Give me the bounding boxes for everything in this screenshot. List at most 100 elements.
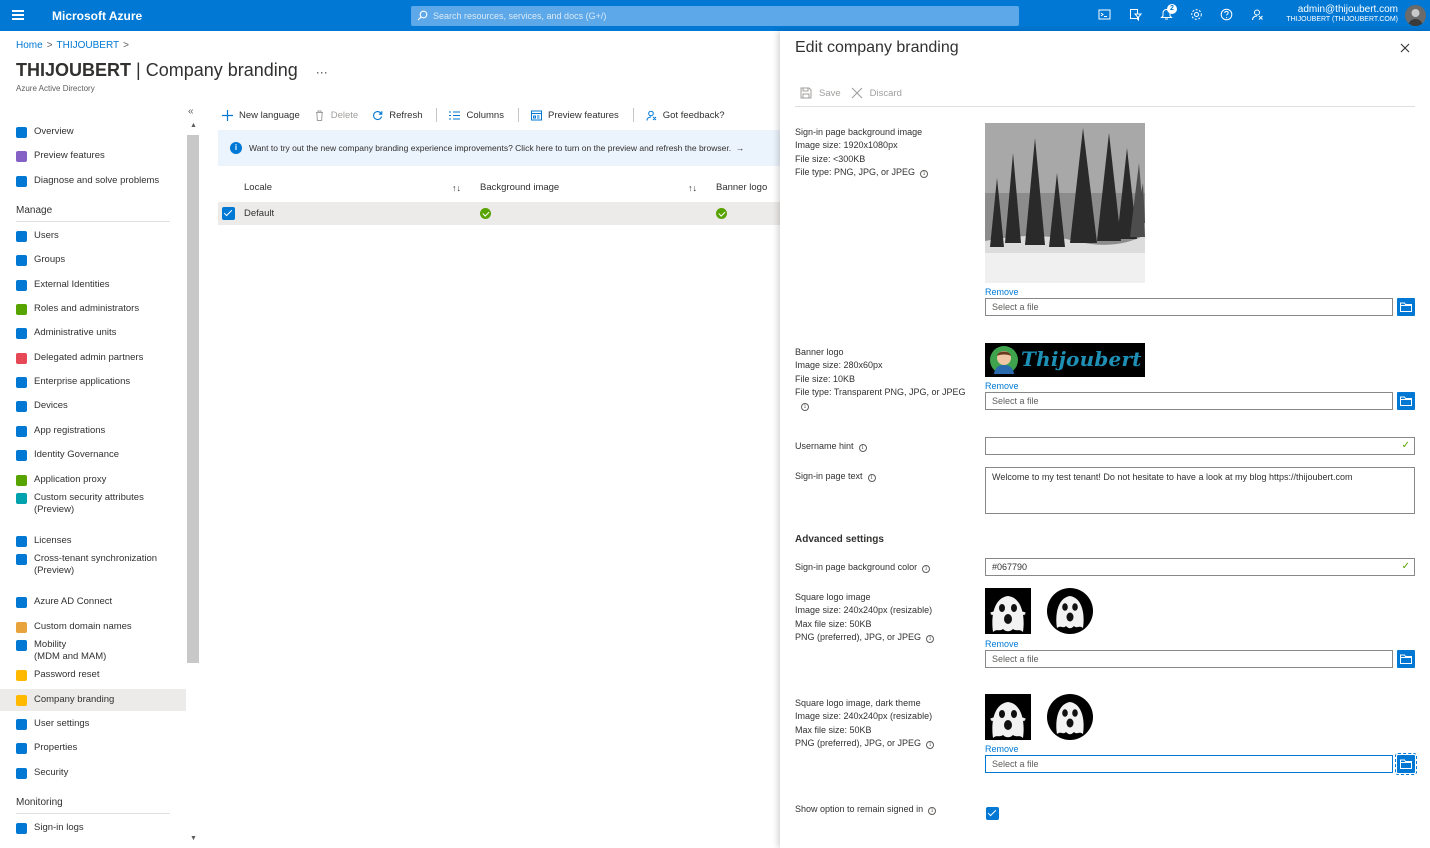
scroll-up-icon[interactable]: ▲ <box>190 122 197 129</box>
sort-icon[interactable]: ↑↓ <box>688 183 697 193</box>
sidebar-item-company-branding[interactable]: Company branding <box>0 689 186 711</box>
remove-square-logo-dark-link[interactable]: Remove <box>985 744 1019 754</box>
bg-color-input[interactable]: #067790 ✓ <box>985 558 1415 576</box>
breadcrumb-home[interactable]: Home <box>16 40 43 51</box>
preview-features-button[interactable]: Preview features <box>530 109 619 121</box>
sidebar-item-identity-governance[interactable]: Identity Governance <box>0 444 186 466</box>
close-icon[interactable] <box>1400 43 1410 53</box>
refresh-button[interactable]: Refresh <box>372 110 422 121</box>
sidebar-item-cross-tenant-synchronization-preview[interactable]: Cross-tenant synchronization (Preview) <box>0 550 186 580</box>
scroll-down-icon[interactable]: ▼ <box>190 835 197 842</box>
info-icon[interactable]: i <box>926 634 935 643</box>
info-icon[interactable]: i <box>801 403 809 412</box>
success-check-icon <box>480 208 491 219</box>
ghost-logo-round-preview <box>1047 588 1093 634</box>
save-button[interactable]: Save <box>800 87 841 99</box>
banner-logo-browse-button[interactable] <box>1397 392 1415 410</box>
discard-icon <box>851 87 863 99</box>
sidebar-item-application-proxy[interactable]: Application proxy <box>0 469 186 491</box>
section-divider <box>16 813 170 814</box>
sidebar-item-devices[interactable]: Devices <box>0 395 186 417</box>
help-icon[interactable] <box>1220 8 1233 21</box>
account-menu[interactable]: admin@thijoubert.com THIJOUBERT (THIJOUB… <box>1286 4 1398 23</box>
info-icon[interactable]: i <box>920 169 929 178</box>
column-header-locale[interactable]: Locale <box>244 182 272 193</box>
sidebar-item-diagnose-and-solve-problems[interactable]: Diagnose and solve problems <box>0 170 186 192</box>
info-icon[interactable]: i <box>858 444 867 452</box>
search-input[interactable] <box>433 9 1003 23</box>
preview-info-banner[interactable]: i Want to try out the new company brandi… <box>218 130 780 166</box>
remain-signed-in-checkbox[interactable] <box>986 807 999 820</box>
remove-bg-image-link[interactable]: Remove <box>985 287 1019 297</box>
sidebar-scrollbar-thumb[interactable] <box>187 135 199 663</box>
square-logo-file-input[interactable]: Select a file <box>985 650 1393 668</box>
new-language-button[interactable]: New language <box>222 109 300 121</box>
sidebar-item-roles-and-administrators[interactable]: Roles and administrators <box>0 298 186 320</box>
sidebar-item-licenses[interactable]: Licenses <box>0 530 186 552</box>
square-logo-dark-file-input[interactable]: Select a file <box>985 755 1393 773</box>
ghost-logo-square-preview <box>985 588 1031 634</box>
bg-image-file-input[interactable]: Select a file <box>985 298 1393 316</box>
column-header-background-image[interactable]: Background image <box>480 182 559 193</box>
avatar[interactable] <box>1405 5 1426 26</box>
bg-image-browse-button[interactable] <box>1397 298 1415 316</box>
sidebar-item-label: Groups <box>34 254 66 265</box>
sign-in-text-textarea[interactable]: Welcome to my test tenant! Do not hesita… <box>985 467 1415 514</box>
preview-features-label: Preview features <box>547 109 619 121</box>
sidebar-item-enterprise-applications[interactable]: Enterprise applications <box>0 371 186 393</box>
info-icon: i <box>230 142 242 154</box>
square-logo-browse-button[interactable] <box>1397 650 1415 668</box>
sidebar-item-groups[interactable]: Groups <box>0 249 186 271</box>
sidebar-item-delegated-admin-partners[interactable]: Delegated admin partners <box>0 347 186 369</box>
sidebar-item-external-identities[interactable]: External Identities <box>0 274 186 296</box>
settings-icon[interactable] <box>1190 8 1203 21</box>
column-header-banner-logo[interactable]: Banner logo <box>716 182 767 193</box>
sidebar-item-security[interactable]: Security <box>0 762 186 784</box>
sidebar-item-properties[interactable]: Properties <box>0 737 186 759</box>
info-icon[interactable]: i <box>926 740 935 749</box>
panel-command-bar: Save Discard <box>800 87 912 99</box>
sidebar-item-azure-ad-connect[interactable]: Azure AD Connect <box>0 591 186 613</box>
sidebar-item-user-settings[interactable]: User settings <box>0 713 186 735</box>
breadcrumb-tenant[interactable]: THIJOUBERT <box>57 40 120 51</box>
columns-button[interactable]: Columns <box>449 110 504 121</box>
sidebar-item-app-registrations[interactable]: App registrations <box>0 420 186 442</box>
cloud-shell-icon[interactable] <box>1098 8 1111 21</box>
sidebar-item-password-reset[interactable]: Password reset <box>0 664 186 686</box>
collapse-menu-button[interactable]: « <box>188 106 194 117</box>
table-row[interactable]: Default <box>218 202 780 225</box>
sidebar-item-custom-security-attributes-preview[interactable]: Custom security attributes (Preview) <box>0 489 186 519</box>
square-logo-dark-size: Image size: 240x240px (resizable) <box>795 711 933 722</box>
more-options-button[interactable]: ··· <box>316 65 328 79</box>
global-search[interactable] <box>411 6 1019 26</box>
discard-button[interactable]: Discard <box>851 87 902 99</box>
sidebar-item-label: Custom domain names <box>34 621 132 632</box>
info-icon[interactable]: i <box>922 565 931 573</box>
delete-button[interactable]: Delete <box>314 110 358 121</box>
sidebar-item-preview-features[interactable]: Preview features <box>0 145 186 167</box>
remove-square-logo-link[interactable]: Remove <box>985 639 1019 649</box>
remove-banner-logo-link[interactable]: Remove <box>985 381 1019 391</box>
feedback-icon[interactable] <box>1251 8 1264 21</box>
username-hint-input[interactable]: ✓ <box>985 437 1415 455</box>
hamburger-menu-icon[interactable] <box>12 10 24 20</box>
sidebar-item-sign-in-logs[interactable]: Sign-in logs <box>0 817 186 839</box>
info-icon[interactable]: i <box>928 807 937 815</box>
banner-logo-file-input[interactable]: Select a file <box>985 392 1393 410</box>
sidebar-section-monitoring: Monitoring <box>16 797 63 808</box>
sort-icon[interactable]: ↑↓ <box>452 183 461 193</box>
sidebar-item-administrative-units[interactable]: Administrative units <box>0 322 186 344</box>
info-icon[interactable]: i <box>867 474 876 482</box>
sidebar-item-users[interactable]: Users <box>0 225 186 247</box>
sidebar-item-mobility-mdm-and-mam[interactable]: Mobility (MDM and MAM) <box>0 636 186 666</box>
square-logo-dark-browse-button[interactable] <box>1395 753 1417 775</box>
new-language-label: New language <box>239 109 300 121</box>
row-checkbox[interactable] <box>222 207 235 220</box>
directory-filter-icon[interactable] <box>1129 8 1142 21</box>
square-logo-dark-field-label: Square logo image, dark theme Image size… <box>795 697 935 750</box>
feedback-button[interactable]: Got feedback? <box>646 110 725 121</box>
sidebar-item-custom-domain-names[interactable]: Custom domain names <box>0 616 186 638</box>
portal-brand[interactable]: Microsoft Azure <box>52 9 142 23</box>
sidebar-item-overview[interactable]: Overview <box>0 121 186 143</box>
square-logo-field-label: Square logo image Image size: 240x240px … <box>795 591 935 644</box>
